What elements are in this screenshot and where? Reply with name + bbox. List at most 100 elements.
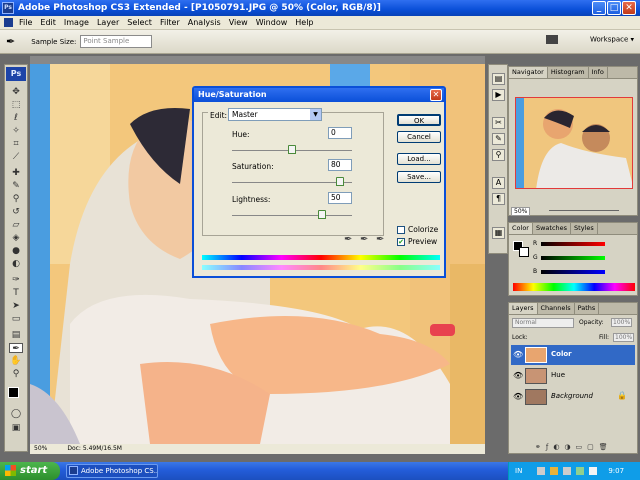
taskbar-photoshop-button[interactable]: Adobe Photoshop CS... (66, 464, 158, 478)
minimize-button[interactable]: _ (592, 1, 606, 15)
character-panel-icon[interactable]: A (492, 177, 505, 189)
crop-tool-icon[interactable]: ⌗ (9, 139, 23, 149)
opacity-field[interactable]: 100% (611, 318, 633, 327)
layer-row-color[interactable]: 👁 Color (511, 345, 635, 365)
screen-mode-icon[interactable]: ▣ (9, 423, 23, 433)
layer-row-hue[interactable]: 👁 Hue (511, 366, 635, 386)
tab-color[interactable]: Color (509, 223, 533, 234)
clone-stamp-tool-icon[interactable]: ⚲ (9, 194, 23, 204)
color-spectrum-ramp[interactable] (513, 283, 635, 291)
tab-layers[interactable]: Layers (509, 303, 538, 314)
tab-styles[interactable]: Styles (571, 223, 598, 234)
menu-select[interactable]: Select (123, 16, 156, 30)
quick-mask-icon[interactable]: ◯ (9, 409, 23, 419)
color-background-swatch[interactable] (519, 247, 529, 257)
history-brush-tool-icon[interactable]: ↺ (9, 207, 23, 217)
paragraph-panel-icon[interactable]: ¶ (492, 193, 505, 205)
document-zoom[interactable]: 50% (34, 444, 47, 454)
move-tool-icon[interactable]: ✥ (9, 87, 23, 97)
blend-mode-select[interactable]: Normal (512, 318, 574, 328)
language-indicator[interactable]: IN (515, 462, 522, 480)
slice-tool-icon[interactable]: ⟋ (9, 152, 23, 162)
eyedropper-tool-icon-active[interactable]: ✒ (9, 343, 23, 354)
clone-source-icon[interactable]: ⚲ (492, 149, 505, 161)
fill-field[interactable]: 100% (613, 333, 635, 342)
saturation-input[interactable]: 80 (328, 159, 352, 171)
navigator-thumbnail[interactable] (515, 97, 633, 189)
saturation-slider-thumb[interactable] (336, 177, 344, 186)
load-button[interactable]: Load... (397, 153, 441, 165)
sample-size-select[interactable]: Point Sample (80, 35, 153, 48)
brush-tool-icon[interactable]: ✎ (9, 181, 23, 191)
navigator-zoom-field[interactable]: 50% (511, 207, 531, 216)
tray-icon[interactable] (537, 467, 546, 475)
layer-actions-toolbar[interactable]: ⚭ƒ◐◑▭▢🗑 (535, 443, 635, 453)
tab-paths[interactable]: Paths (575, 303, 600, 314)
foreground-color-swatch[interactable] (8, 387, 19, 398)
lightness-slider-track[interactable] (232, 215, 352, 216)
path-selection-tool-icon[interactable]: ➤ (9, 301, 23, 311)
channel-g-slider[interactable] (541, 256, 605, 260)
chevron-down-icon[interactable]: ▼ (310, 109, 321, 120)
paint-bucket-tool-icon[interactable]: ◈ (9, 233, 23, 243)
preview-checkbox[interactable]: ✔ (397, 238, 405, 246)
eye-icon[interactable]: 👁 (513, 392, 523, 401)
ok-button[interactable]: OK (397, 114, 441, 126)
colorize-checkbox[interactable] (397, 226, 405, 234)
eyedropper-tool-icon[interactable]: ✒ (6, 35, 15, 48)
eyedropper-minus-icon[interactable]: ✒ (376, 234, 384, 245)
menu-analysis[interactable]: Analysis (184, 16, 225, 30)
magic-wand-tool-icon[interactable]: ✧ (9, 126, 23, 136)
workspace-menu[interactable]: Workspace ▾ (545, 35, 634, 44)
start-button[interactable]: start (0, 462, 60, 480)
menu-view[interactable]: View (225, 16, 252, 30)
close-button[interactable]: ✕ (622, 1, 636, 15)
eye-icon[interactable]: 👁 (513, 350, 523, 359)
menu-image[interactable]: Image (60, 16, 93, 30)
menu-layer[interactable]: Layer (93, 16, 123, 30)
eyedropper-plus-icon[interactable]: ✒ (360, 234, 368, 245)
tray-icon[interactable] (550, 467, 559, 475)
maximize-button[interactable]: □ (607, 1, 621, 15)
tray-icon[interactable] (576, 467, 585, 475)
menu-filter[interactable]: Filter (156, 16, 184, 30)
tab-histogram[interactable]: Histogram (548, 67, 589, 78)
type-tool-icon[interactable]: T (9, 288, 23, 298)
eye-icon[interactable]: 👁 (513, 371, 523, 380)
navigator-zoom-slider[interactable] (549, 210, 619, 211)
blur-tool-icon[interactable]: ● (9, 246, 23, 256)
menu-help[interactable]: Help (291, 16, 317, 30)
pen-tool-icon[interactable]: ✑ (9, 275, 23, 285)
saturation-slider-track[interactable] (232, 182, 352, 183)
channel-r-slider[interactable] (541, 242, 605, 246)
channel-b-slider[interactable] (541, 270, 605, 274)
save-button[interactable]: Save... (397, 171, 441, 183)
tab-navigator[interactable]: Navigator (509, 67, 548, 78)
tool-presets-icon[interactable]: ✂ (492, 117, 505, 129)
dialog-close-button[interactable]: ✕ (430, 89, 442, 101)
brushes-panel-icon[interactable]: ✎ (492, 133, 505, 145)
dodge-tool-icon[interactable]: ◐ (9, 259, 23, 269)
layer-row-background[interactable]: 👁 Background 🔒 (511, 387, 635, 407)
menu-file[interactable]: File (15, 16, 36, 30)
actions-panel-icon[interactable]: ▶ (492, 89, 505, 101)
shape-tool-icon[interactable]: ▭ (9, 314, 23, 324)
hue-input[interactable]: 0 (328, 127, 352, 139)
lightness-slider-thumb[interactable] (318, 210, 326, 219)
notes-tool-icon[interactable]: ▤ (9, 330, 23, 340)
zoom-tool-icon[interactable]: ⚲ (9, 369, 23, 379)
menu-window[interactable]: Window (252, 16, 292, 30)
history-panel-icon[interactable]: ▤ (492, 73, 505, 85)
edit-channel-select[interactable]: Master ▼ (228, 108, 322, 121)
healing-brush-tool-icon[interactable]: ✚ (9, 168, 23, 178)
marquee-tool-icon[interactable]: ⬚ (9, 100, 23, 110)
dialog-title-bar[interactable]: Hue/Saturation (194, 88, 444, 102)
tab-swatches[interactable]: Swatches (533, 223, 572, 234)
tab-channels[interactable]: Channels (538, 303, 575, 314)
lightness-input[interactable]: 50 (328, 192, 352, 204)
tray-icon[interactable] (563, 467, 572, 475)
hue-slider-thumb[interactable] (288, 145, 296, 154)
layer-comps-icon[interactable]: ▦ (492, 227, 505, 239)
lasso-tool-icon[interactable]: ℓ (9, 113, 23, 123)
tray-icon[interactable] (589, 467, 598, 475)
